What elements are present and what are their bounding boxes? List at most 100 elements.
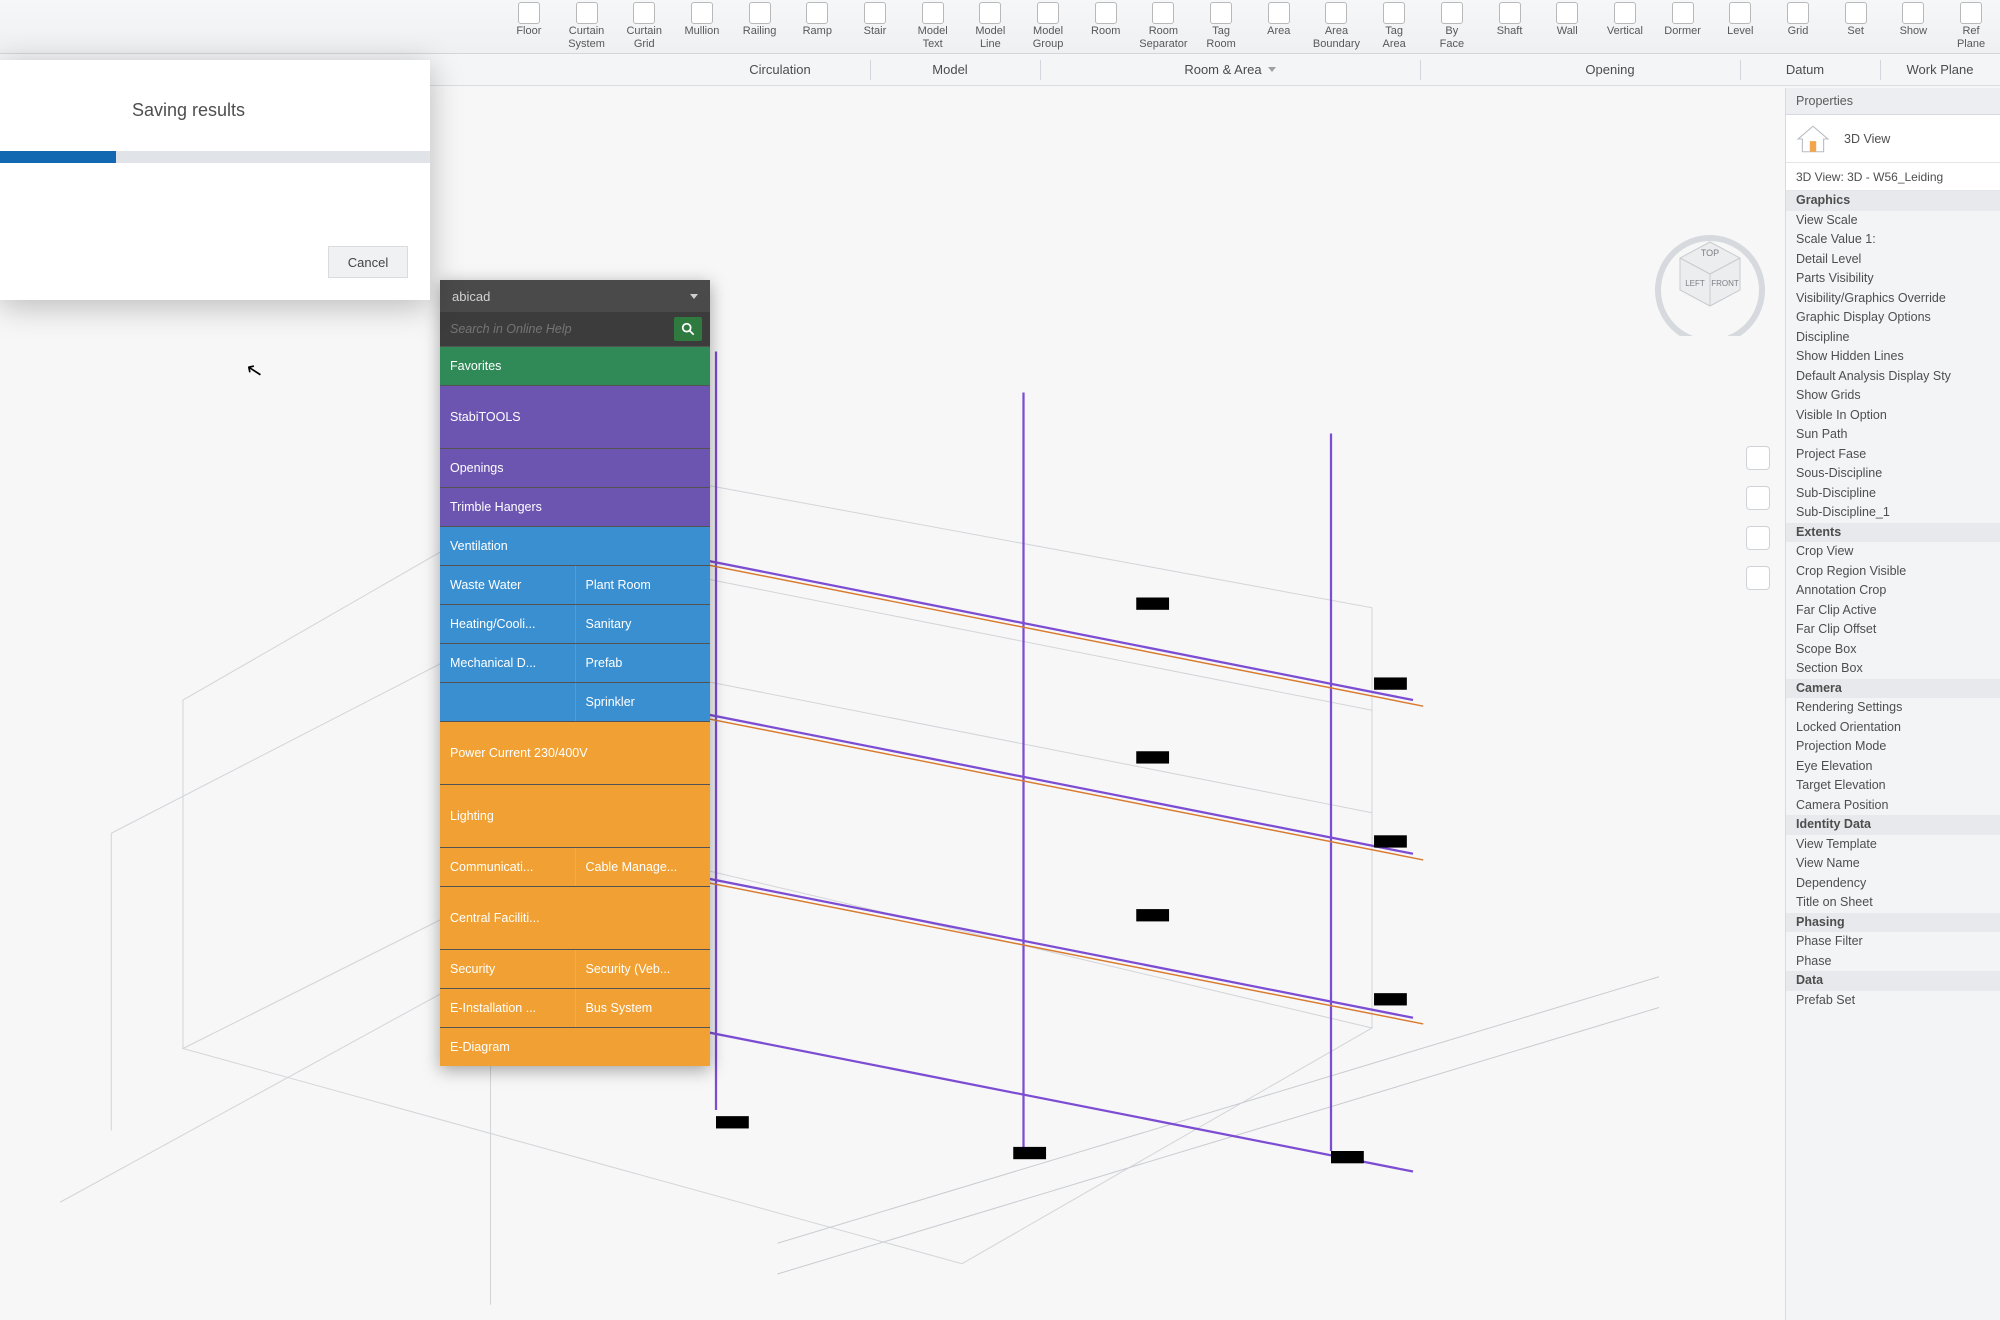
props-section-identity[interactable]: Identity Data (1786, 815, 2000, 835)
ribbon-tool-floor[interactable]: Floor (500, 0, 558, 52)
props-item[interactable]: Crop Region Visible (1786, 562, 2000, 582)
ribbon-tool-ramp[interactable]: Ramp (788, 0, 846, 52)
ribbon-tool-tag[interactable]: TagArea (1365, 0, 1423, 52)
palette-tile[interactable]: Mechanical D... (440, 644, 576, 682)
palette-tile[interactable]: Lighting (440, 785, 710, 847)
props-item[interactable]: Sub-Discipline_1 (1786, 503, 2000, 523)
props-section-graphics[interactable]: Graphics (1786, 191, 2000, 211)
stabicad-palette[interactable]: abicad FavoritesStabiTOOLSOpeningsTrimbl… (440, 280, 710, 1066)
props-item[interactable]: Far Clip Offset (1786, 620, 2000, 640)
props-item[interactable]: Visible In Option (1786, 406, 2000, 426)
props-item[interactable]: Projection Mode (1786, 737, 2000, 757)
ribbon-tool-area[interactable]: AreaBoundary (1308, 0, 1366, 52)
props-item[interactable]: View Scale (1786, 211, 2000, 231)
palette-tile[interactable]: Waste Water (440, 566, 576, 604)
ribbon-tool-mullion[interactable]: Mullion (673, 0, 731, 52)
palette-tile[interactable]: Bus System (576, 989, 711, 1027)
viewcube-top-label[interactable]: TOP (1701, 248, 1719, 258)
palette-tile[interactable]: Openings (440, 449, 710, 487)
ribbon-tool-vertical[interactable]: Vertical (1596, 0, 1654, 52)
cancel-button[interactable]: Cancel (328, 246, 408, 278)
ribbon-tool-model[interactable]: ModelGroup (1019, 0, 1077, 52)
steering-wheel-icon[interactable] (1746, 446, 1770, 470)
palette-tile[interactable]: Sanitary (576, 605, 711, 643)
props-item[interactable]: Title on Sheet (1786, 893, 2000, 913)
props-item[interactable]: Prefab Set (1786, 991, 2000, 1011)
viewcube-front-label[interactable]: FRONT (1711, 279, 1739, 288)
props-item[interactable]: Show Hidden Lines (1786, 347, 2000, 367)
palette-tile[interactable]: Sprinkler (576, 683, 711, 721)
props-item[interactable]: Sun Path (1786, 425, 2000, 445)
palette-tile[interactable]: Security (440, 950, 576, 988)
view-type-selector[interactable]: 3D View (1786, 115, 2000, 163)
props-item[interactable]: Sous-Discipline (1786, 464, 2000, 484)
search-button[interactable] (674, 317, 702, 341)
view-name-selector[interactable]: 3D View: 3D - W56_Leiding (1786, 163, 2000, 191)
ribbon-tool-curtain[interactable]: CurtainSystem (558, 0, 616, 52)
viewcube-left-label[interactable]: LEFT (1685, 279, 1705, 288)
palette-tile[interactable] (440, 683, 576, 721)
ribbon-tool-ref[interactable]: RefPlane (1942, 0, 2000, 52)
props-section-phasing[interactable]: Phasing (1786, 913, 2000, 933)
props-item[interactable]: Sub-Discipline (1786, 484, 2000, 504)
ribbon-tool-set[interactable]: Set (1827, 0, 1885, 52)
props-item[interactable]: Phase (1786, 952, 2000, 972)
ribbon-tool-by[interactable]: ByFace (1423, 0, 1481, 52)
props-item[interactable]: Visibility/Graphics Override (1786, 289, 2000, 309)
ribbon-tool-tag[interactable]: TagRoom (1192, 0, 1250, 52)
palette-tile[interactable]: Ventilation (440, 527, 710, 565)
props-item[interactable]: View Name (1786, 854, 2000, 874)
props-item[interactable]: View Template (1786, 835, 2000, 855)
props-item[interactable]: Phase Filter (1786, 932, 2000, 952)
ribbon-tool-show[interactable]: Show (1885, 0, 1943, 52)
ribbon-tool-dormer[interactable]: Dormer (1654, 0, 1712, 52)
props-item[interactable]: Target Elevation (1786, 776, 2000, 796)
props-item[interactable]: Parts Visibility (1786, 269, 2000, 289)
chevron-down-icon[interactable] (690, 294, 698, 299)
props-item[interactable]: Show Grids (1786, 386, 2000, 406)
palette-tile[interactable]: Prefab (576, 644, 711, 682)
props-item[interactable]: Discipline (1786, 328, 2000, 348)
palette-tile[interactable]: Security (Veb... (576, 950, 711, 988)
ribbon-tool-model[interactable]: ModelLine (962, 0, 1020, 52)
props-item[interactable]: Graphic Display Options (1786, 308, 2000, 328)
palette-tile[interactable]: Plant Room (576, 566, 711, 604)
palette-tile[interactable]: E-Diagram (440, 1028, 710, 1066)
props-item[interactable]: Annotation Crop (1786, 581, 2000, 601)
ribbon-tool-curtain[interactable]: CurtainGrid (615, 0, 673, 52)
ribbon-tool-railing[interactable]: Railing (731, 0, 789, 52)
zoom-icon[interactable] (1746, 526, 1770, 550)
palette-tile[interactable]: StabiTOOLS (440, 386, 710, 448)
ribbon-tool-stair[interactable]: Stair (846, 0, 904, 52)
ribbon-tool-model[interactable]: ModelText (904, 0, 962, 52)
ribbon-tool-shaft[interactable]: Shaft (1481, 0, 1539, 52)
props-item[interactable]: Project Fase (1786, 445, 2000, 465)
props-item[interactable]: Scope Box (1786, 640, 2000, 660)
ribbon-tool-room[interactable]: RoomSeparator (1135, 0, 1193, 52)
props-item[interactable]: Detail Level (1786, 250, 2000, 270)
props-item[interactable]: Dependency (1786, 874, 2000, 894)
ribbon-tool-level[interactable]: Level (1711, 0, 1769, 52)
props-section-data[interactable]: Data (1786, 971, 2000, 991)
props-section-camera[interactable]: Camera (1786, 679, 2000, 699)
palette-tile[interactable]: Trimble Hangers (440, 488, 710, 526)
props-item[interactable]: Camera Position (1786, 796, 2000, 816)
palette-tile[interactable]: Cable Manage... (576, 848, 711, 886)
props-item[interactable]: Crop View (1786, 542, 2000, 562)
props-section-extents[interactable]: Extents (1786, 523, 2000, 543)
palette-tile[interactable]: E-Installation ... (440, 989, 576, 1027)
props-item[interactable]: Eye Elevation (1786, 757, 2000, 777)
palette-tile[interactable]: Communicati... (440, 848, 576, 886)
props-item[interactable]: Far Clip Active (1786, 601, 2000, 621)
props-item[interactable]: Locked Orientation (1786, 718, 2000, 738)
palette-tile[interactable]: Central Faciliti... (440, 887, 710, 949)
props-item[interactable]: Scale Value 1: (1786, 230, 2000, 250)
panel-label-room-area[interactable]: Room & Area (1120, 54, 1340, 85)
palette-tile[interactable]: Favorites (440, 347, 710, 385)
palette-tile[interactable]: Power Current 230/400V (440, 722, 710, 784)
props-item[interactable]: Default Analysis Display Sty (1786, 367, 2000, 387)
props-item[interactable]: Rendering Settings (1786, 698, 2000, 718)
pan-icon[interactable] (1746, 486, 1770, 510)
props-item[interactable]: Section Box (1786, 659, 2000, 679)
view-cube[interactable]: TOP LEFT FRONT (1650, 216, 1770, 336)
